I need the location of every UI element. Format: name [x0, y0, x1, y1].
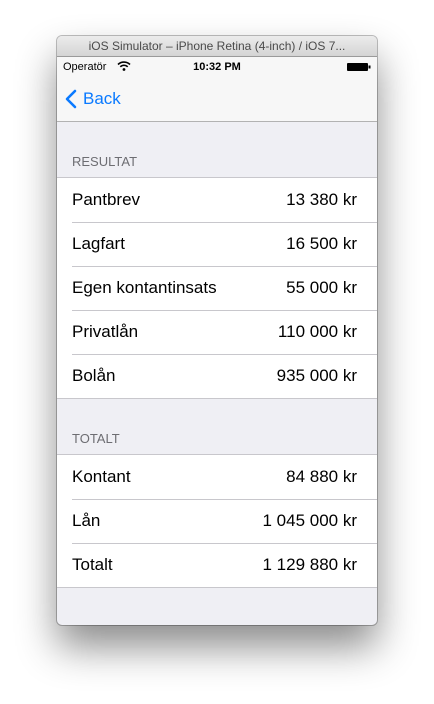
row-value: 110 000 kr [277, 322, 357, 341]
row-value: 55 000 kr [286, 278, 357, 297]
row-label: Lagfart [72, 234, 125, 253]
row-label: Kontant [72, 467, 131, 486]
battery-icon [347, 63, 371, 71]
section-header-resultat: RESULTAT [72, 154, 138, 169]
simulator-window: iOS Simulator – iPhone Retina (4-inch) /… [57, 36, 377, 625]
table-row[interactable]: Kontant 84 880 kr [57, 455, 377, 499]
row-label: Lån [72, 511, 101, 530]
table-row[interactable]: Pantbrev 13 380 kr [57, 178, 377, 222]
row-value: 1 045 000 kr [262, 511, 357, 530]
row-label: Bolån [72, 366, 116, 385]
row-value: 935 000 kr [276, 366, 357, 385]
row-label: Egen kontantinsats [72, 278, 217, 297]
table-row[interactable]: Lagfart 16 500 kr [57, 222, 377, 266]
table-row[interactable]: Privatlån 110 000 kr [57, 310, 377, 354]
row-value: 13 380 kr [286, 190, 357, 209]
status-time: 10:32 PM [193, 61, 241, 73]
status-bar: Operatör 10:32 PM [57, 57, 377, 77]
section-header-totalt: TOTALT [72, 431, 120, 446]
row-value: 16 500 kr [286, 234, 357, 253]
back-label: Back [83, 89, 121, 108]
table-row[interactable]: Egen kontantinsats 55 000 kr [57, 266, 377, 310]
navigation-bar: Back [57, 77, 377, 122]
row-value: 84 880 kr [286, 467, 357, 486]
row-label: Totalt [72, 555, 113, 574]
back-button[interactable]: Back [65, 77, 121, 121]
window-title: iOS Simulator – iPhone Retina (4-inch) /… [57, 36, 377, 57]
section-resultat: Pantbrev 13 380 kr Lagfart 16 500 kr Ege… [57, 177, 377, 399]
row-label: Privatlån [72, 322, 139, 341]
table-row[interactable]: Totalt 1 129 880 kr [57, 543, 377, 587]
row-label: Pantbrev [72, 190, 141, 209]
table-row[interactable]: Bolån 935 000 kr [57, 354, 377, 398]
results-table: RESULTAT Pantbrev 13 380 kr Lagfart 16 5… [57, 122, 377, 588]
table-row[interactable]: Lån 1 045 000 kr [57, 499, 377, 543]
chevron-left-icon [65, 89, 77, 109]
section-totalt: Kontant 84 880 kr Lån 1 045 000 kr Total… [57, 454, 377, 588]
row-value: 1 129 880 kr [262, 555, 357, 574]
